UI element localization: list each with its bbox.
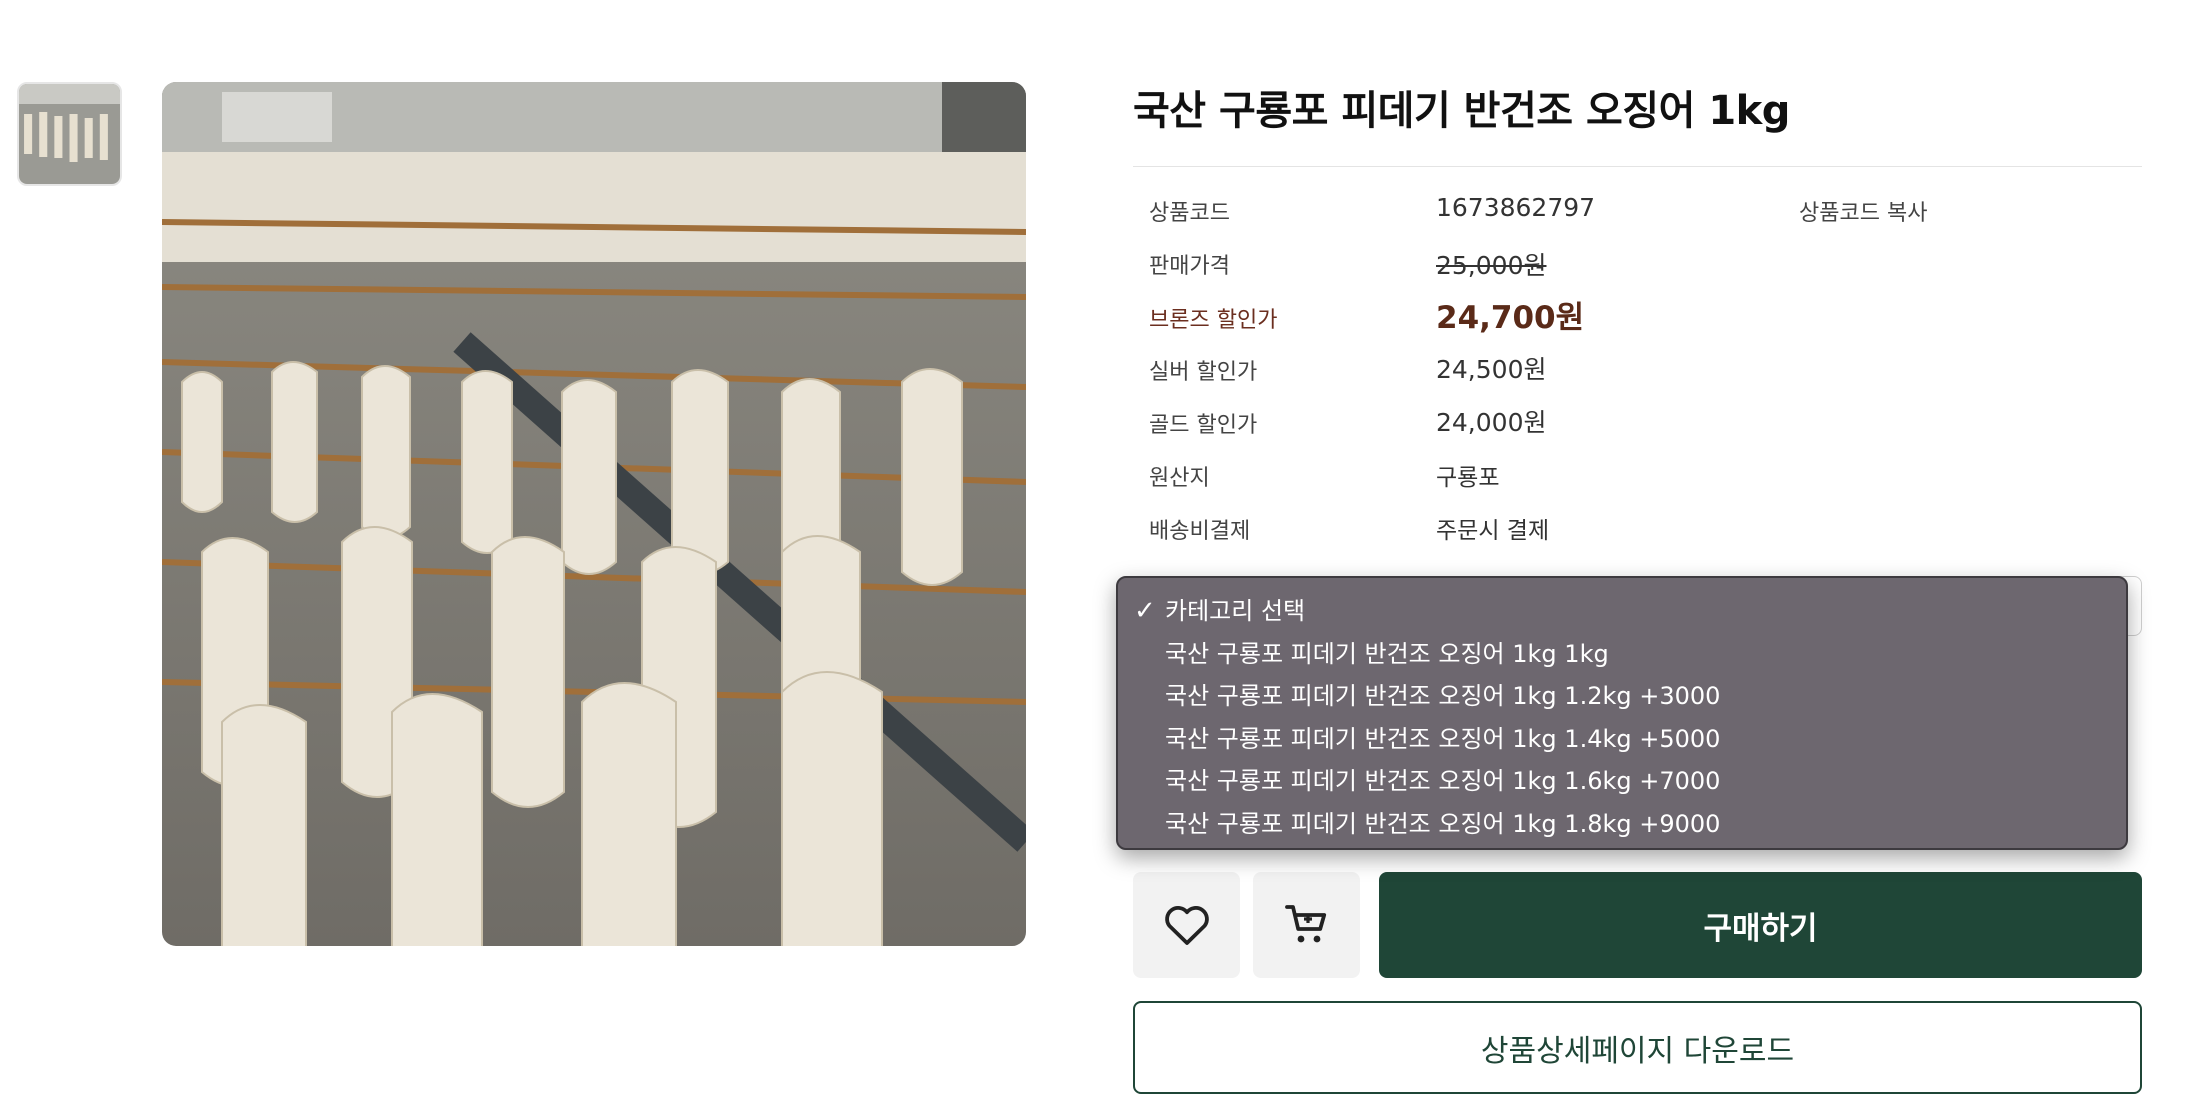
bronze-label: 브론즈 할인가 (1149, 308, 1278, 333)
dropdown-option-1-6kg[interactable]: 국산 구룡포 피데기 반건조 오징어 1kg 1.6kg +7000 (1118, 760, 2126, 803)
info-row-bronze: 브론즈 할인가 24,700원 (1149, 298, 2139, 338)
info-row-price: 판매가격 25,000원 (1149, 246, 2139, 286)
gold-price: 24,000원 (1436, 408, 1547, 437)
info-row-gold: 골드 할인가 24,000원 (1149, 405, 2139, 445)
title-divider (1133, 166, 2142, 167)
download-detail-page-button[interactable]: 상품상세페이지 다운로드 (1133, 1001, 2142, 1094)
option-label: 국산 구룡포 피데기 반건조 오징어 1kg 1.4kg +5000 (1165, 724, 1721, 753)
wishlist-button[interactable] (1133, 872, 1240, 978)
bronze-price: 24,700원 (1436, 300, 1585, 336)
silver-label: 실버 할인가 (1149, 360, 1258, 385)
dropdown-option-1-8kg[interactable]: 국산 구룡포 피데기 반건조 오징어 1kg 1.8kg +9000 (1118, 803, 2126, 846)
origin-value: 구룡포 (1436, 465, 1500, 491)
code-label: 상품코드 (1149, 201, 1230, 226)
gold-label: 골드 할인가 (1149, 413, 1258, 438)
dropdown-option-1-2kg[interactable]: 국산 구룡포 피데기 반건조 오징어 1kg 1.2kg +3000 (1118, 675, 2126, 718)
code-value: 1673862797 (1436, 193, 1596, 222)
option-label: 국산 구룡포 피데기 반건조 오징어 1kg 1.2kg +3000 (1165, 682, 1721, 710)
option-label: 국산 구룡포 피데기 반건조 오징어 1kg 1.8kg +9000 (1165, 809, 1721, 838)
dropdown-option-1kg[interactable]: 국산 구룡포 피데기 반건조 오징어 1kg 1kg (1118, 633, 2126, 676)
cart-icon (1284, 905, 1326, 943)
add-to-cart-button[interactable] (1253, 872, 1360, 978)
price-label: 판매가격 (1149, 254, 1230, 279)
origin-label: 원산지 (1149, 466, 1210, 491)
buy-now-button[interactable]: 구매하기 (1379, 872, 2142, 978)
shipping-value: 주문시 결제 (1436, 518, 1550, 544)
option-label: 국산 구룡포 피데기 반건조 오징어 1kg 1kg (1165, 639, 1609, 668)
info-row-origin: 원산지 구룡포 (1149, 458, 2139, 498)
product-thumbnail[interactable] (17, 82, 122, 186)
copy-code-button[interactable]: 상품코드 복사 (1799, 195, 1927, 227)
product-main-image (162, 82, 1026, 946)
info-row-code: 상품코드 1673862797 상품코드 복사 (1149, 193, 2139, 233)
info-row-silver: 실버 할인가 24,500원 (1149, 352, 2139, 392)
dropdown-option-1-4kg[interactable]: 국산 구룡포 피데기 반건조 오징어 1kg 1.4kg +5000 (1118, 718, 2126, 761)
shipping-label: 배송비결제 (1149, 519, 1251, 544)
option-label: 국산 구룡포 피데기 반건조 오징어 1kg 1.6kg +7000 (1165, 767, 1721, 795)
heart-icon (1164, 905, 1209, 945)
product-title: 국산 구룡포 피데기 반건조 오징어 1kg (1133, 88, 1790, 134)
info-row-shipping: 배송비결제 주문시 결제 (1149, 511, 2139, 551)
dropdown-option-placeholder[interactable]: ✓ 카테고리 선택 (1118, 590, 2126, 633)
silver-price: 24,500원 (1436, 355, 1547, 384)
price-value: 25,000원 (1436, 251, 1547, 280)
option-dropdown-list[interactable]: ✓ 카테고리 선택 국산 구룡포 피데기 반건조 오징어 1kg 1kg 국산 … (1116, 576, 2128, 850)
check-icon: ✓ (1134, 596, 1156, 626)
option-label: 카테고리 선택 (1165, 597, 1306, 625)
